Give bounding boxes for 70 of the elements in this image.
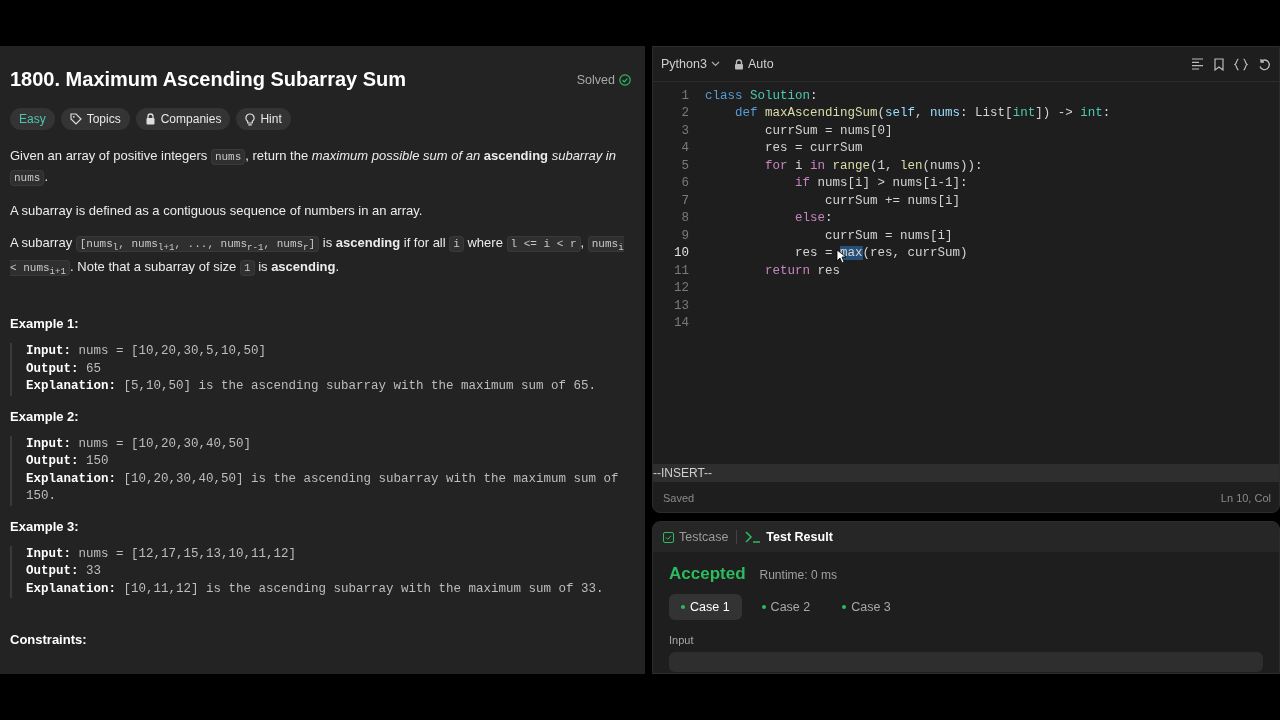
example-line: Explanation: [5,10,50] is the ascending subarray with the maximum sum of 65. — [26, 378, 598, 396]
code-line: res = currSum — [764, 141, 863, 156]
code-line: return res — [764, 263, 841, 278]
code-line: if nums[i] > nums[i-1]: — [794, 176, 968, 191]
example-line: Input: nums = [12,17,15,13,10,11,12] — [26, 545, 298, 563]
checkbox-icon — [663, 531, 674, 543]
lightbulb-icon — [245, 112, 256, 126]
line-number: 1 — [680, 88, 690, 103]
panel-tab[interactable]: Test Result — [745, 530, 833, 544]
line-number: 3 — [680, 123, 690, 138]
code-line: currSum = nums[i] — [824, 228, 953, 243]
check-circle-icon — [619, 73, 631, 86]
code-line: class Solution: — [705, 88, 818, 103]
problem-title: 1800. Maximum Ascending Subarray Sum — [10, 68, 407, 91]
example-line: Output: 65 — [26, 360, 103, 378]
verdict-label: Accepted — [669, 564, 746, 584]
language-dropdown[interactable]: Python3 — [661, 57, 720, 71]
chevron-down-icon — [710, 61, 720, 67]
constraints-heading: Constraints: — [10, 632, 88, 648]
braces-icon[interactable] — [1234, 57, 1248, 71]
line-number: 14 — [673, 316, 690, 331]
code-line: currSum += nums[i] — [824, 193, 961, 208]
case-tab[interactable]: Case 1 — [669, 594, 742, 620]
line-number: 4 — [680, 141, 690, 156]
mode-button[interactable]: Auto — [733, 57, 774, 71]
example-line: Input: nums = [10,20,30,40,50] — [26, 435, 253, 453]
example-line: Input: nums = [10,20,30,5,10,50] — [26, 343, 268, 361]
case-tab[interactable]: Case 2 — [749, 594, 823, 620]
description-paragraph: A subarray is defined as a contiguous sequence of numbers in an array. — [10, 202, 424, 220]
difficulty-label: Easy — [10, 108, 55, 130]
panel-tab[interactable]: Testcase — [663, 530, 729, 544]
example-line: Output: 150 — [26, 453, 110, 471]
example-heading: Example 1: — [10, 316, 80, 332]
example-heading: Example 3: — [10, 518, 80, 534]
case-tab[interactable]: Case 3 — [830, 594, 903, 620]
tag-button[interactable]: Companies — [135, 108, 231, 130]
lock-icon — [733, 58, 744, 70]
undo-icon[interactable] — [1258, 57, 1271, 71]
line-number: 6 — [680, 176, 690, 191]
vim-mode-bar: --INSERT-- — [653, 464, 1279, 482]
format-icon[interactable] — [1191, 58, 1204, 70]
example-line: Explanation: [10,11,12] is the ascending subarray with the maximum sum of 33. — [26, 580, 605, 598]
line-number: 5 — [680, 158, 690, 173]
line-number: 7 — [680, 193, 690, 208]
line-number: 2 — [680, 106, 690, 121]
code-line: else: — [794, 211, 833, 226]
cursor-position: Ln 10, Col — [1220, 492, 1271, 504]
tag-icon — [69, 113, 82, 125]
tag-button[interactable]: Hint — [236, 108, 291, 130]
line-number: 11 — [673, 263, 690, 278]
code-line: for i in range(1, len(nums)): — [764, 158, 983, 173]
line-number: 9 — [680, 228, 690, 243]
example-line: Output: 33 — [26, 563, 103, 581]
example-line: Explanation: [10,20,30,40,50] is the ascending subarray with the maximum sum of 150. — [26, 470, 620, 506]
tag-button[interactable]: Topics — [60, 108, 130, 130]
runtime-label: Runtime: 0 ms — [759, 568, 837, 582]
line-number: 8 — [680, 211, 690, 226]
example-heading: Example 2: — [10, 408, 80, 424]
line-number: 13 — [673, 298, 690, 313]
lock-icon — [144, 113, 156, 125]
code-line: def maxAscendingSum(self, nums: List[int]) -> int: — [734, 106, 1111, 121]
solved-label: Solved — [576, 72, 615, 87]
save-status: Saved — [663, 492, 695, 504]
bookmark-icon[interactable] — [1214, 57, 1224, 71]
terminal-icon — [745, 531, 762, 543]
input-label: Input — [668, 633, 695, 648]
line-number: 12 — [673, 281, 690, 296]
code-line: currSum = nums[0] — [764, 123, 893, 138]
line-number: 10 — [673, 246, 690, 261]
description-paragraph: Given an array of positive integers nums , return the maximum possible sum of an ascending subarray in nums . — [10, 147, 617, 188]
